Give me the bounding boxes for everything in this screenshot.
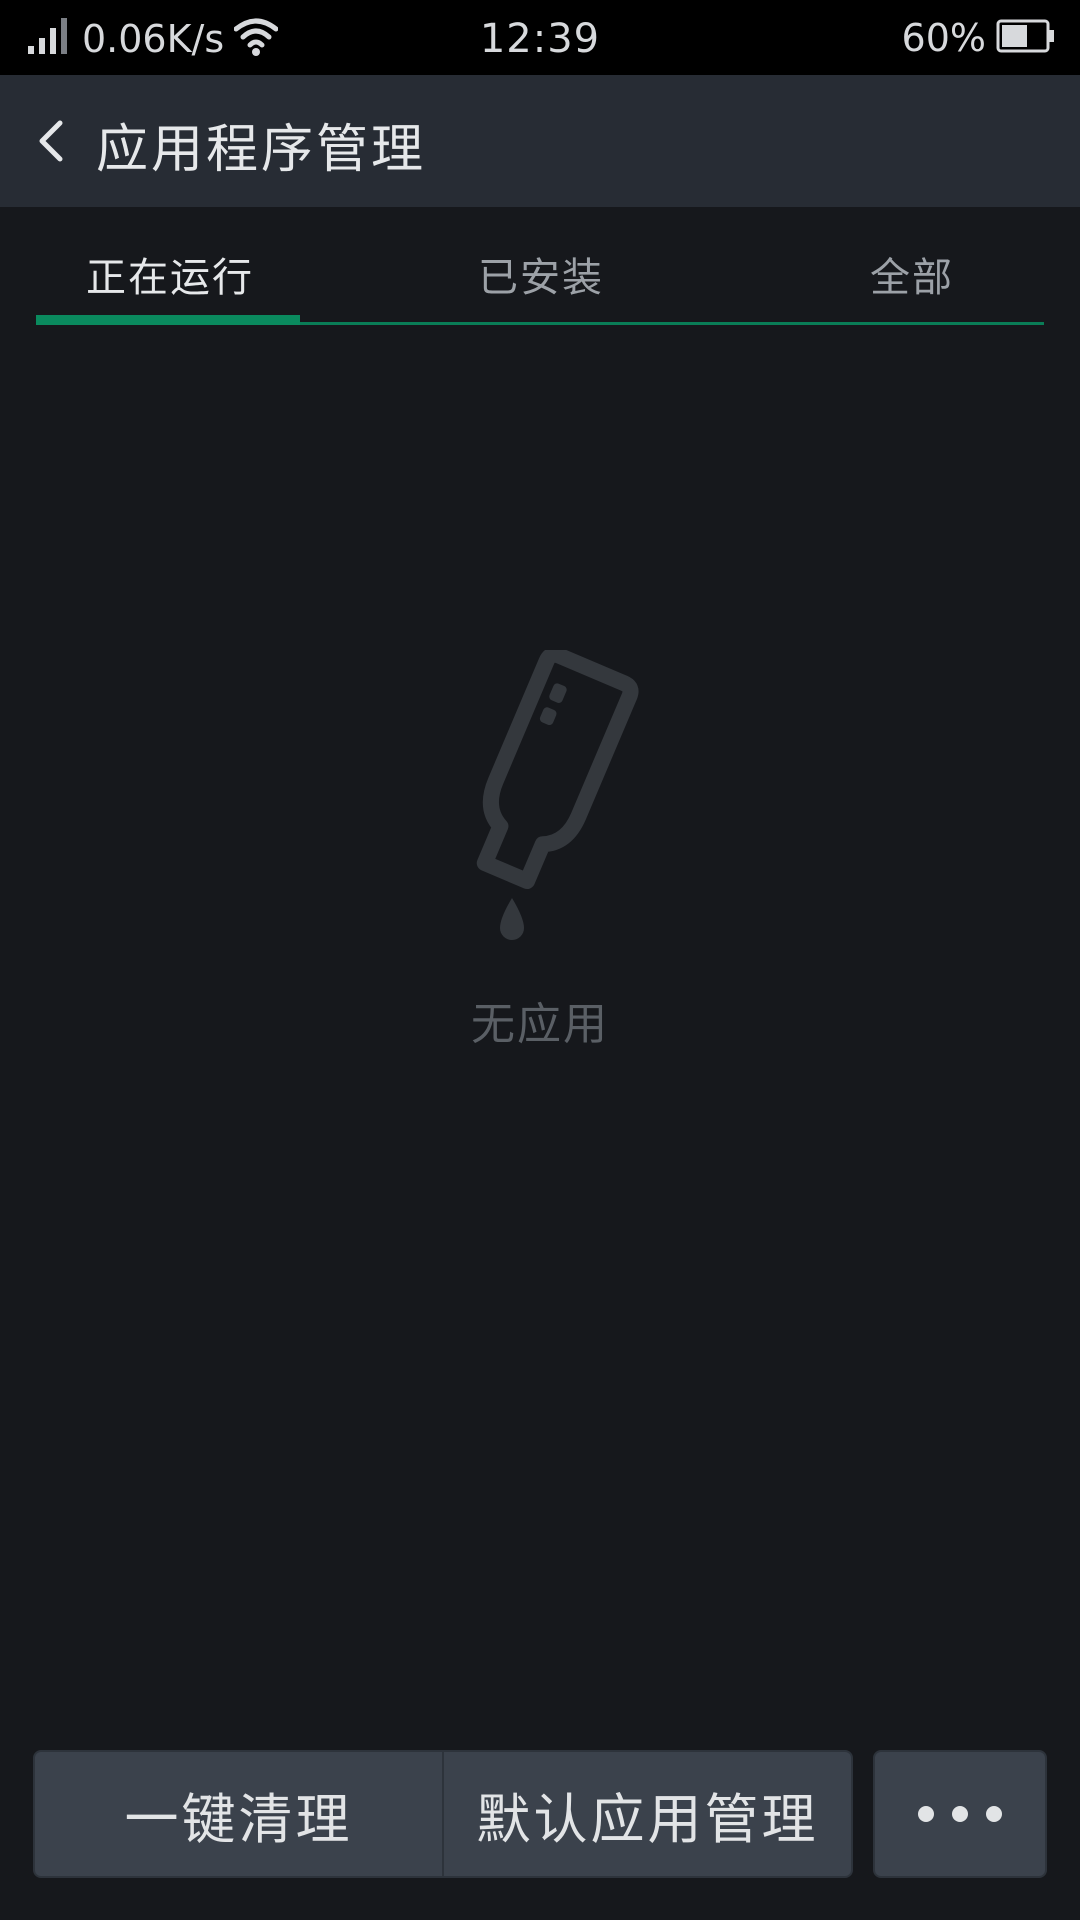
status-bar: 0.06K/s 12:39 60%: [0, 0, 1080, 75]
tab-all[interactable]: 全部: [870, 245, 954, 303]
tab-installed[interactable]: 已安装: [478, 245, 604, 303]
tab-active-indicator: [36, 315, 300, 325]
back-button[interactable]: [22, 111, 82, 171]
one-click-clean-button[interactable]: 一键清理: [35, 1752, 442, 1876]
more-dots-icon: [952, 1806, 968, 1822]
default-apps-button[interactable]: 默认应用管理: [444, 1752, 851, 1876]
more-button[interactable]: [873, 1750, 1047, 1878]
bottom-action-bar: 一键清理 默认应用管理: [0, 1748, 1080, 1884]
battery-icon: [996, 18, 1056, 58]
back-arrow-icon: [39, 120, 63, 162]
empty-bottle-icon: [450, 646, 640, 950]
tab-running[interactable]: 正在运行: [86, 245, 254, 303]
action-button-group: 一键清理 默认应用管理: [33, 1750, 853, 1878]
more-dots-icon: [918, 1806, 934, 1822]
app-bar: 应用程序管理: [0, 75, 1080, 207]
battery-percent: 60%: [901, 16, 986, 60]
more-dots-icon: [986, 1806, 1002, 1822]
empty-state-text: 无应用: [471, 999, 609, 1050]
page-title: 应用程序管理: [96, 120, 427, 180]
status-right: 60%: [902, 16, 1056, 60]
tab-bar: 正在运行 已安装 全部: [0, 207, 1080, 327]
